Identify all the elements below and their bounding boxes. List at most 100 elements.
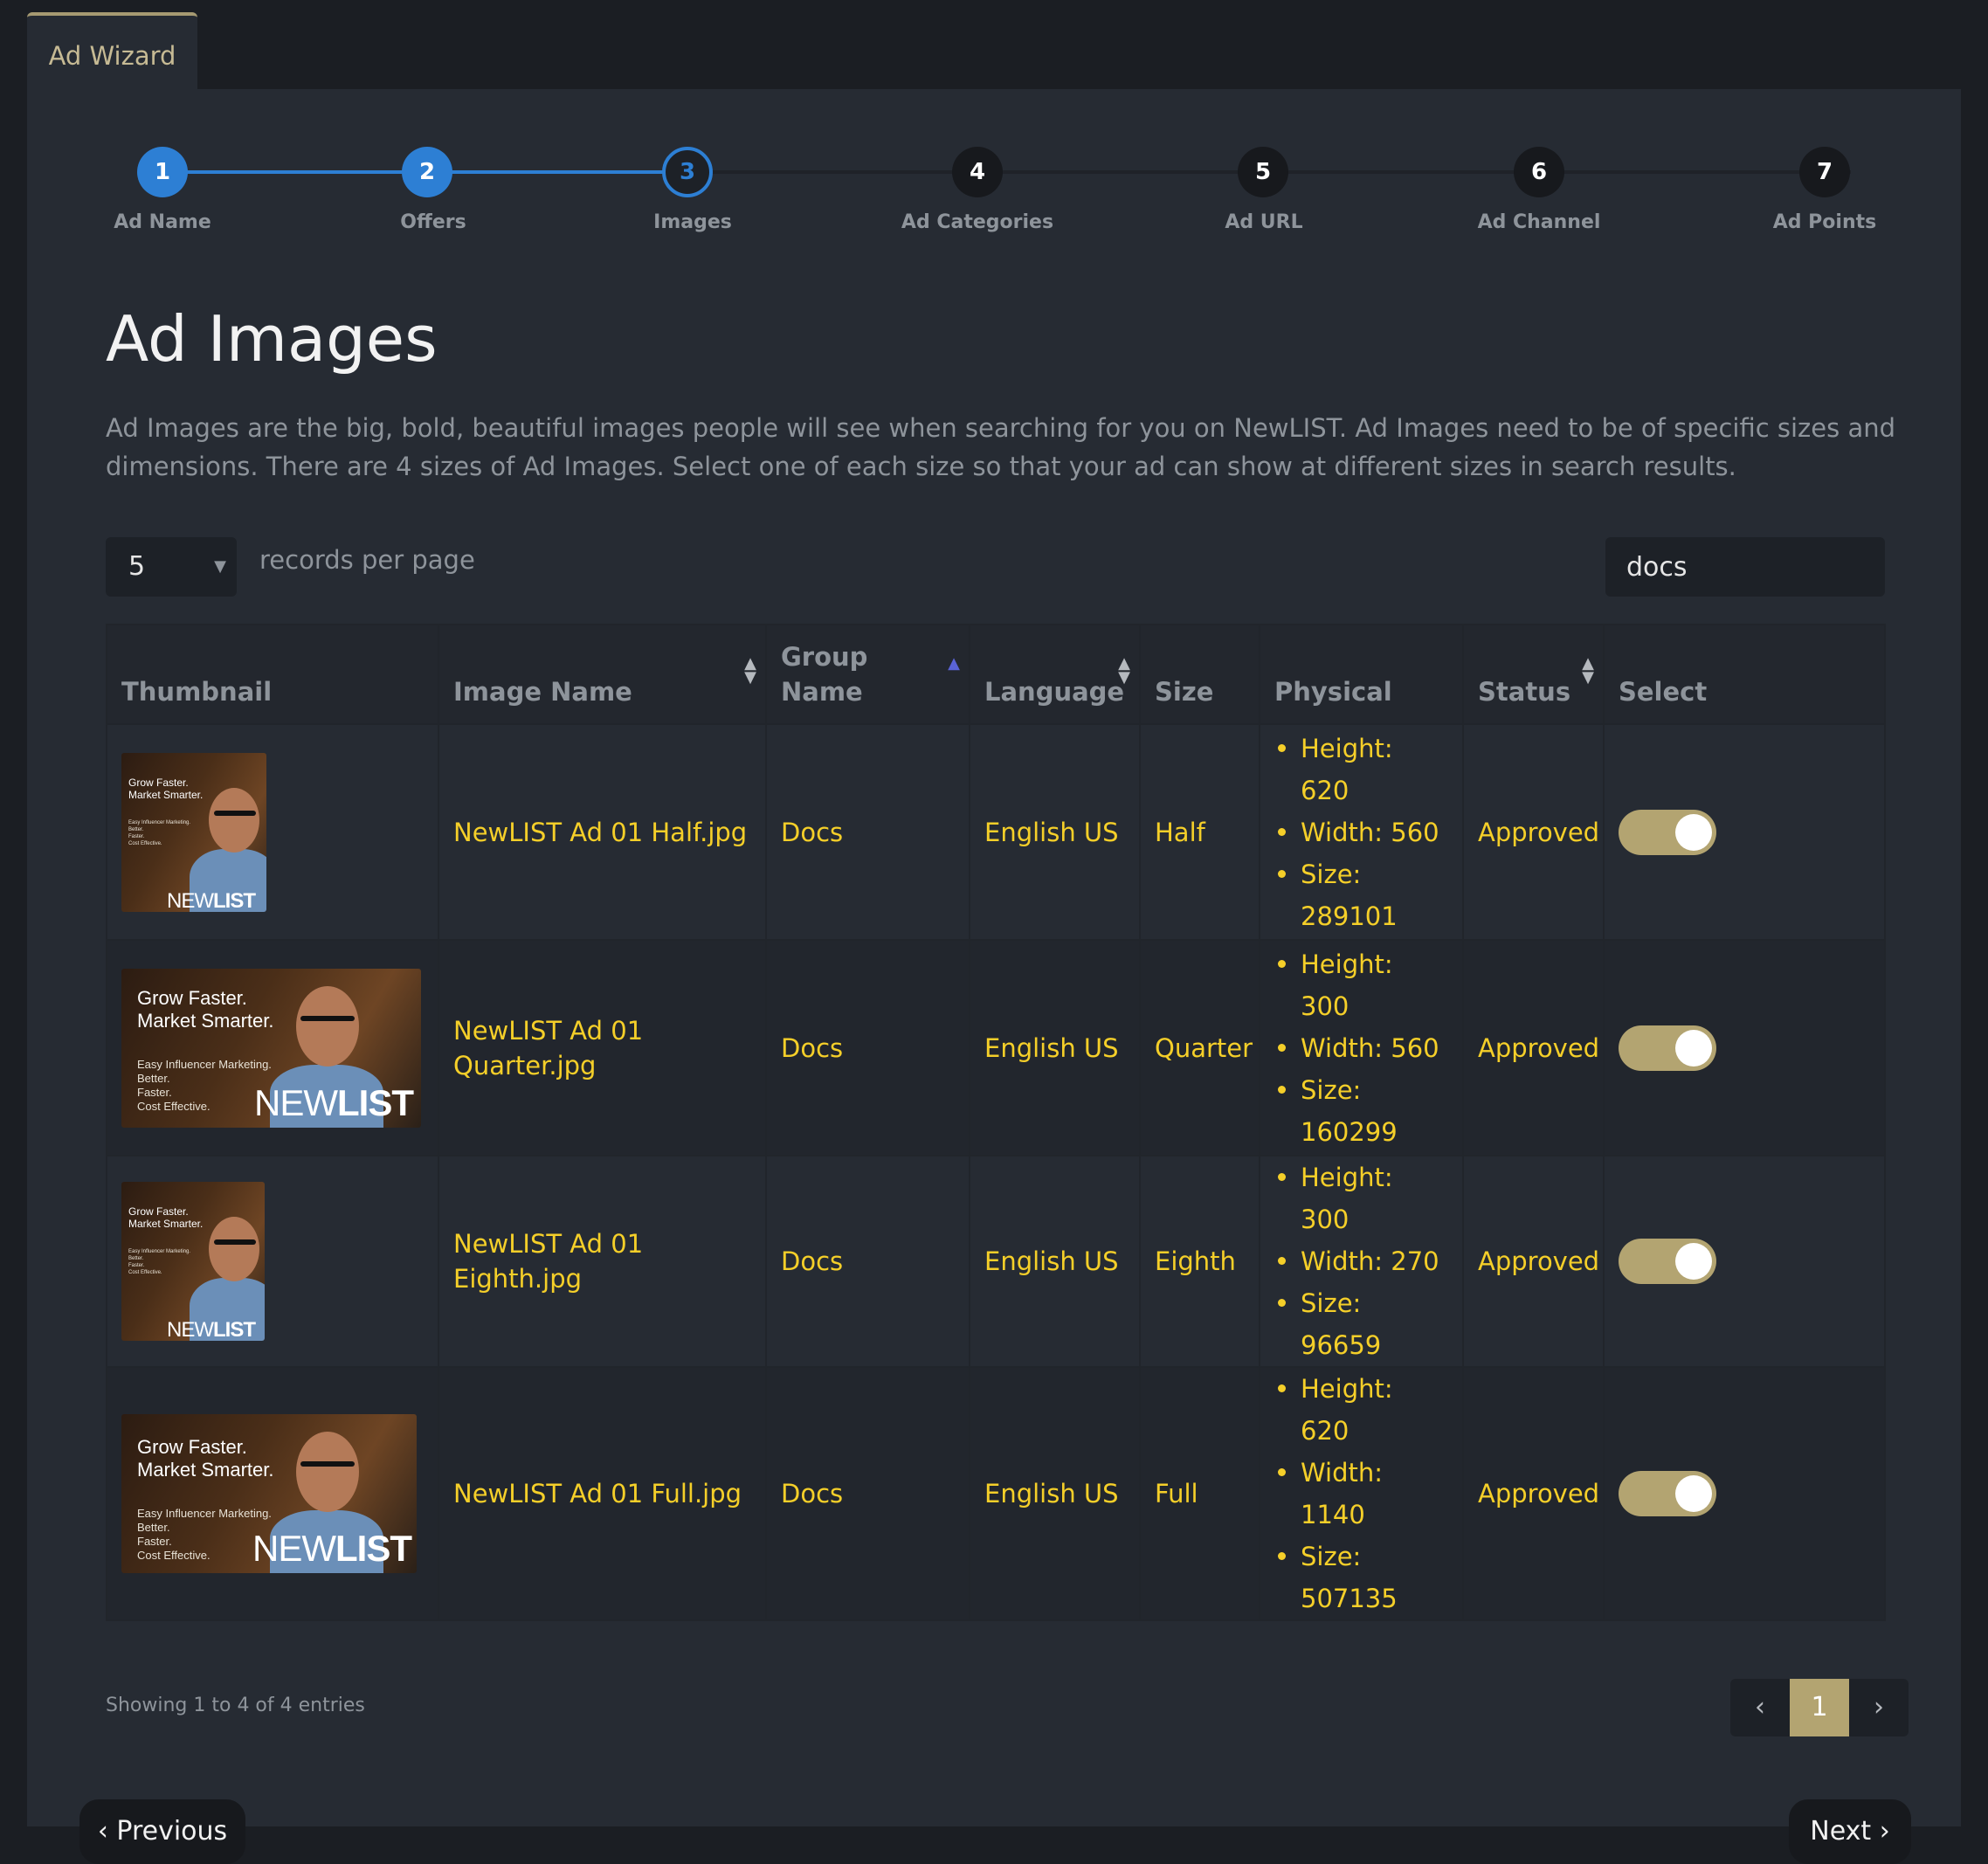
- step-4-label: Ad Categories: [901, 211, 1054, 233]
- step-5-circle[interactable]: 5: [1238, 147, 1288, 197]
- page-1-button[interactable]: 1: [1790, 1679, 1849, 1736]
- col-language[interactable]: Language ▲ ▼: [969, 624, 1141, 725]
- wizard-panel: 1 Ad Name 2 Offers 3 Images 4 Ad Categor…: [27, 89, 1961, 1864]
- image-name-cell[interactable]: NewLIST Ad 01 Quarter.jpg: [438, 939, 767, 1156]
- physical-height: Height: 620: [1276, 1368, 1448, 1452]
- thumb-person-head: [296, 985, 359, 1067]
- size-cell: Quarter: [1139, 939, 1260, 1156]
- col-image-name[interactable]: Image Name ▲ ▼: [438, 624, 767, 725]
- thumb-headline-2: Market Smarter.: [137, 1009, 274, 1032]
- previous-button[interactable]: ‹ Previous: [79, 1799, 245, 1864]
- col-select-label: Select: [1619, 677, 1708, 707]
- thumb-body-4: Cost Effective.: [137, 1099, 211, 1113]
- physical-cell: Height: 300 Width: 560 Size: 160299: [1259, 939, 1464, 1156]
- thumb-body-4: Cost Effective.: [137, 1549, 211, 1562]
- ad-thumbnail[interactable]: Grow Faster. Market Smarter. Easy Influe…: [121, 968, 421, 1128]
- thumb-body-4: Cost Effective.: [128, 1270, 162, 1275]
- thumb-brand: NEWLIST: [167, 884, 256, 912]
- sort-icon[interactable]: ▲ ▼: [1118, 656, 1130, 686]
- step-2-circle[interactable]: 2: [402, 147, 452, 197]
- toggle-knob: [1675, 1243, 1712, 1280]
- col-size-label: Size: [1155, 677, 1214, 707]
- page-title: Ad Images: [106, 302, 438, 376]
- step-4-circle[interactable]: 4: [952, 147, 1003, 197]
- language-cell: English US: [969, 939, 1141, 1156]
- col-status[interactable]: Status ▲ ▼: [1462, 624, 1605, 725]
- previous-label: Previous: [116, 1816, 228, 1847]
- select-toggle[interactable]: [1619, 1471, 1716, 1516]
- records-per-page-select[interactable]: 5 ▼: [106, 537, 237, 597]
- caret-down-icon: ▼: [214, 557, 226, 576]
- table-row: Grow Faster. Market Smarter. Easy Influe…: [106, 1366, 1886, 1621]
- physical-cell: Height: 620 Width: 560 Size: 289101: [1259, 723, 1464, 941]
- brand-list: LIST: [337, 1081, 414, 1123]
- step-6-label: Ad Channel: [1477, 211, 1601, 233]
- chevron-right-icon: ›: [1871, 1816, 1890, 1847]
- brand-list: LIST: [213, 888, 256, 912]
- step-1-circle[interactable]: 1: [137, 147, 188, 197]
- language-cell: English US: [969, 1366, 1141, 1621]
- select-toggle[interactable]: [1619, 1239, 1716, 1284]
- thumb-glasses: [300, 1461, 355, 1467]
- table-row: Grow Faster. Market Smarter. Easy Influe…: [106, 723, 1886, 941]
- physical-list: Height: 300 Width: 270 Size: 96659: [1274, 1156, 1448, 1366]
- brand-new: NEW: [254, 1081, 338, 1123]
- records-per-page-label: records per page: [259, 545, 475, 575]
- physical-height: Height: 300: [1276, 1156, 1448, 1240]
- select-toggle[interactable]: [1619, 809, 1716, 855]
- tab-ad-wizard[interactable]: Ad Wizard: [27, 12, 197, 89]
- col-select: Select: [1603, 624, 1886, 725]
- language-cell: English US: [969, 723, 1141, 941]
- next-label: Next: [1810, 1816, 1872, 1847]
- image-name-cell[interactable]: NewLIST Ad 01 Half.jpg: [438, 723, 767, 941]
- select-cell: [1603, 939, 1886, 1156]
- thumb-person-head: [209, 787, 259, 853]
- step-3-circle[interactable]: 3: [662, 147, 713, 197]
- image-name-cell[interactable]: NewLIST Ad 01 Eighth.jpg: [438, 1155, 767, 1368]
- thumb-headline-2: Market Smarter.: [137, 1459, 274, 1481]
- brand-new: NEW: [167, 888, 214, 912]
- brand-new: NEW: [167, 1318, 214, 1341]
- status-cell: Approved: [1462, 723, 1605, 941]
- thumb-glasses: [300, 1015, 355, 1021]
- step-2-label: Offers: [400, 211, 466, 233]
- table-row: Grow Faster. Market Smarter. Easy Influe…: [106, 939, 1886, 1156]
- status-cell: Approved: [1462, 1155, 1605, 1368]
- group-cell: Docs: [765, 1155, 970, 1368]
- toggle-knob: [1675, 1475, 1712, 1512]
- ad-thumbnail[interactable]: Grow Faster. Market Smarter. Easy Influe…: [121, 752, 266, 912]
- image-name-cell[interactable]: NewLIST Ad 01 Full.jpg: [438, 1366, 767, 1621]
- col-language-label: Language: [984, 677, 1125, 707]
- thumb-glasses: [214, 1239, 256, 1245]
- step-7-label: Ad Points: [1772, 211, 1877, 233]
- col-image-name-label: Image Name: [453, 677, 632, 707]
- next-button[interactable]: Next ›: [1789, 1799, 1911, 1864]
- toggle-knob: [1675, 813, 1712, 851]
- step-7-circle[interactable]: 7: [1799, 147, 1850, 197]
- col-physical-label: Physical: [1274, 677, 1392, 707]
- thumb-person-head: [296, 1432, 359, 1512]
- status-cell: Approved: [1462, 1366, 1605, 1621]
- search-input[interactable]: [1605, 537, 1885, 597]
- select-cell: [1603, 1155, 1886, 1368]
- thumb-brand: NEWLIST: [252, 1530, 412, 1567]
- chevron-left-icon[interactable]: ‹: [1730, 1679, 1790, 1736]
- ad-thumbnail[interactable]: Grow Faster. Market Smarter. Easy Influe…: [121, 1414, 417, 1573]
- thumb-brand: NEWLIST: [167, 1313, 256, 1341]
- page-description: Ad Images are the big, bold, beautiful i…: [106, 413, 1896, 481]
- sort-asc-icon[interactable]: ▲: [948, 656, 960, 672]
- select-toggle[interactable]: [1619, 1025, 1716, 1071]
- physical-width: Width: 560: [1276, 811, 1448, 853]
- ad-thumbnail[interactable]: Grow Faster. Market Smarter. Easy Influe…: [121, 1182, 265, 1341]
- sort-icon[interactable]: ▲ ▼: [1582, 656, 1594, 686]
- select-cell: [1603, 723, 1886, 941]
- col-group-name[interactable]: Group Name ▲: [765, 624, 970, 725]
- sort-icon[interactable]: ▲ ▼: [744, 656, 756, 686]
- thumb-brand: NEWLIST: [254, 1084, 414, 1121]
- step-6-circle[interactable]: 6: [1514, 147, 1564, 197]
- images-table: Thumbnail Image Name ▲ ▼ Group Name ▲ Langu…: [106, 624, 1886, 1621]
- physical-cell: Height: 300 Width: 270 Size: 96659: [1259, 1155, 1464, 1368]
- chevron-right-icon[interactable]: ›: [1849, 1679, 1909, 1736]
- step-3-label: Images: [653, 211, 732, 233]
- physical-width: Width: 1140: [1276, 1452, 1448, 1536]
